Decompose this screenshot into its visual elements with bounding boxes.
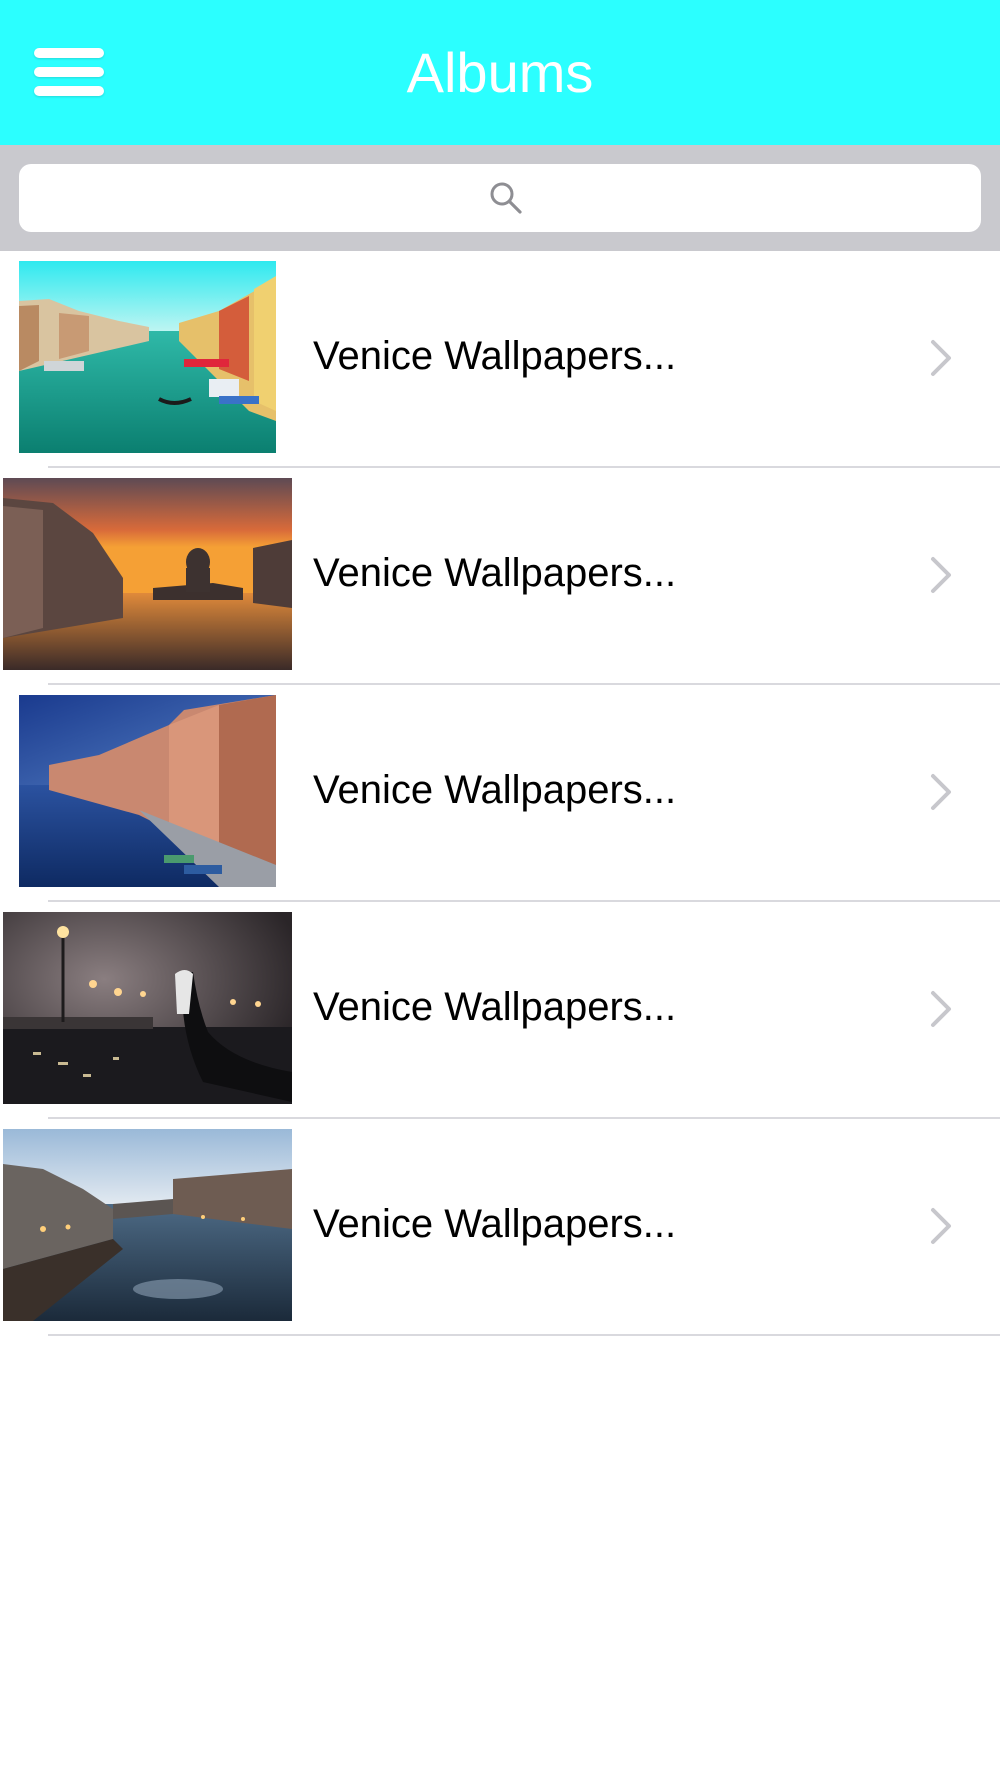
row-divider [48,1334,1000,1336]
album-thumbnail [3,478,292,670]
album-thumbnail [3,912,292,1104]
albums-screen: Albums Venice Wallpapers... Venice Wallp… [0,0,1000,1778]
chevron-right-icon [931,991,951,1027]
album-title: Venice Wallpapers... [313,1202,677,1246]
list-item[interactable]: Venice Wallpapers... [0,468,1000,685]
search-icon [490,182,522,214]
chevron-right-icon [931,1208,951,1244]
album-thumbnail [3,1129,292,1321]
album-list: Venice Wallpapers... Venice Wallpapers..… [0,251,1000,1336]
list-item[interactable]: Venice Wallpapers... [0,251,1000,468]
album-thumbnail [19,695,276,887]
album-title: Venice Wallpapers... [313,334,677,378]
chevron-right-icon [931,557,951,593]
album-thumbnail [19,261,276,453]
list-item[interactable]: Venice Wallpapers... [0,685,1000,902]
navigation-bar: Albums [0,0,1000,145]
list-item[interactable]: Venice Wallpapers... [0,902,1000,1119]
chevron-right-icon [931,340,951,376]
search-bar [0,145,1000,251]
search-input[interactable] [19,164,981,232]
album-title: Venice Wallpapers... [313,985,677,1029]
album-title: Venice Wallpapers... [313,551,677,595]
album-title: Venice Wallpapers... [313,768,677,812]
page-title: Albums [406,41,594,104]
list-item[interactable]: Venice Wallpapers... [0,1119,1000,1336]
chevron-right-icon [931,774,951,810]
